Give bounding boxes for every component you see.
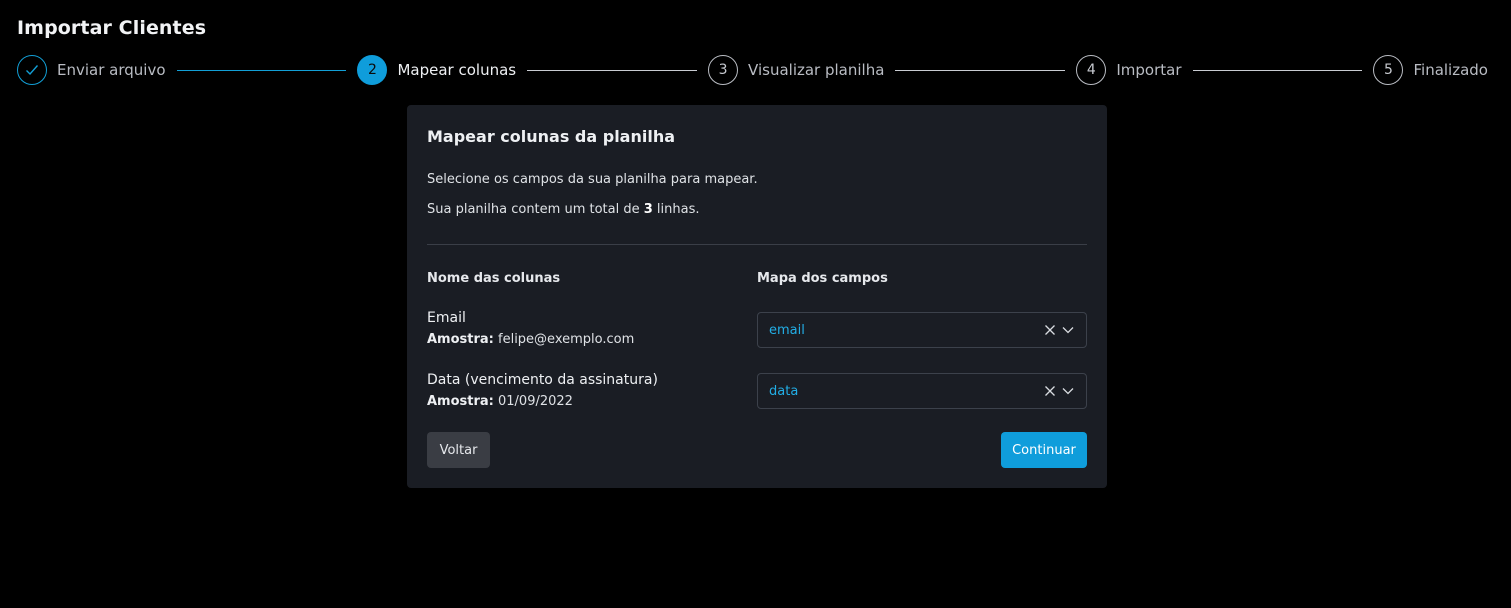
- step-number: 4: [1076, 55, 1107, 85]
- step-connector: [527, 69, 698, 71]
- card-title: Mapear colunas da planilha: [427, 127, 676, 146]
- step-label: Visualizar planilha: [748, 61, 885, 79]
- row-count-suffix: linhas.: [652, 202, 700, 217]
- close-icon[interactable]: [1044, 385, 1056, 397]
- sample-label: Amostra:: [427, 394, 494, 409]
- step-label: Mapear colunas: [397, 61, 517, 79]
- close-icon[interactable]: [1044, 324, 1056, 336]
- row-count: 3: [643, 202, 653, 217]
- step-connector: [176, 69, 347, 71]
- sample-value: felipe@exemplo.com: [493, 332, 635, 347]
- page-title: Importar Clientes: [17, 17, 207, 39]
- column-sample: Amostra: felipe@exemplo.com: [427, 332, 634, 347]
- column-names-header: Nome das colunas: [427, 271, 561, 286]
- step-preview: 3 Visualizar planilha: [708, 55, 884, 85]
- step-number: 2: [357, 55, 388, 85]
- step-number: 5: [1373, 55, 1404, 85]
- select-value: data: [769, 383, 799, 399]
- back-button[interactable]: Voltar: [427, 432, 490, 468]
- column-sample: Amostra: 01/09/2022: [427, 394, 573, 409]
- check-icon: [25, 64, 39, 76]
- column-name: Email: [427, 310, 466, 326]
- field-map-header: Mapa dos campos: [757, 271, 888, 286]
- step-circle-done: [17, 55, 47, 85]
- step-connector: [895, 69, 1066, 71]
- sample-label: Amostra:: [427, 332, 494, 347]
- row-count-text: Sua planilha contem um total de 3 linhas…: [427, 202, 700, 217]
- chevron-down-icon[interactable]: [1062, 326, 1074, 334]
- divider: [427, 244, 1087, 245]
- step-label: Finalizado: [1413, 61, 1488, 79]
- step-connector: [1192, 69, 1363, 71]
- field-map-select[interactable]: data: [757, 373, 1087, 409]
- field-map-select[interactable]: email: [757, 312, 1087, 348]
- step-label: Importar: [1116, 61, 1182, 79]
- card-description: Selecione os campos da sua planilha para…: [427, 172, 758, 187]
- step-upload: Enviar arquivo: [17, 55, 166, 85]
- row-count-prefix: Sua planilha contem um total de: [427, 202, 644, 217]
- chevron-down-icon[interactable]: [1062, 387, 1074, 395]
- step-finished: 5 Finalizado: [1373, 55, 1488, 85]
- map-columns-card: Mapear colunas da planilha Selecione os …: [407, 105, 1107, 488]
- stepper: Enviar arquivo 2 Mapear colunas 3 Visual…: [17, 55, 1488, 85]
- sample-value: 01/09/2022: [493, 394, 573, 409]
- step-import: 4 Importar: [1076, 55, 1182, 85]
- column-name: Data (vencimento da assinatura): [427, 372, 658, 388]
- step-label: Enviar arquivo: [57, 61, 166, 79]
- select-value: email: [769, 322, 805, 338]
- step-map-columns: 2 Mapear colunas: [357, 55, 516, 85]
- step-number: 3: [708, 55, 739, 85]
- continue-button[interactable]: Continuar: [1001, 432, 1087, 468]
